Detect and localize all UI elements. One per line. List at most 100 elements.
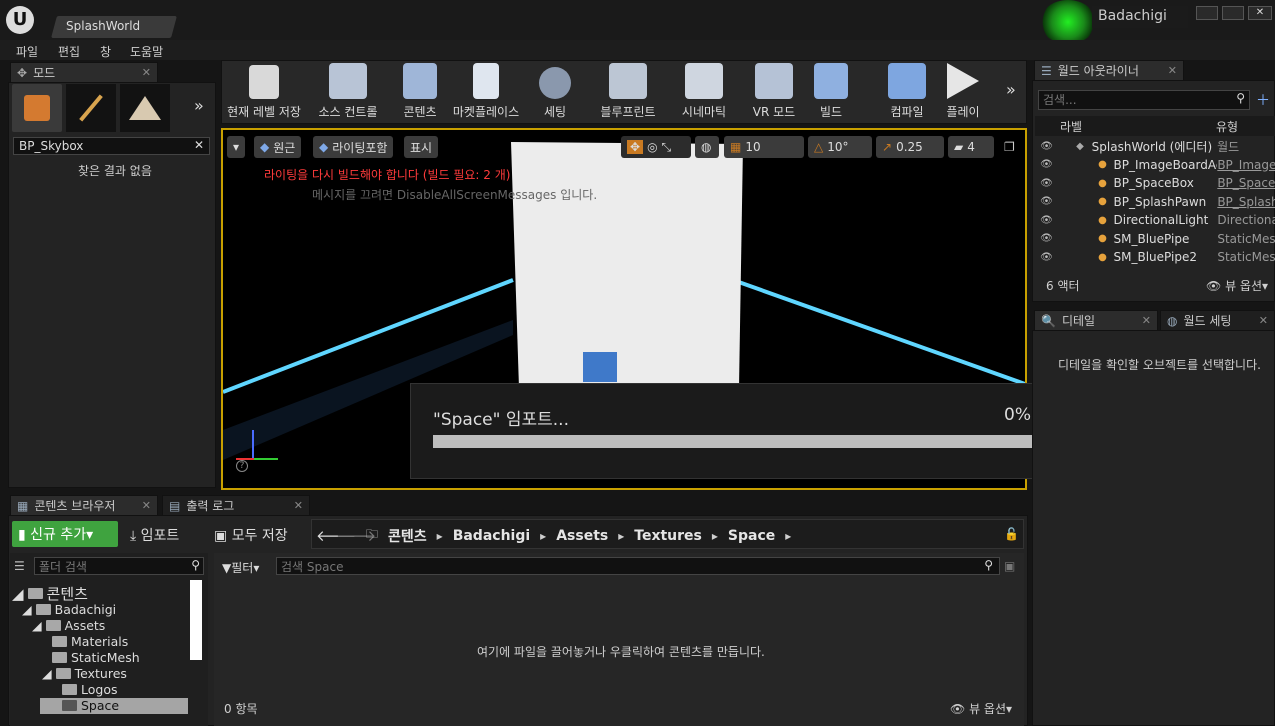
tree-item-assets[interactable]: ◢ Assets (32, 618, 105, 633)
save-all-button[interactable]: ▣ 모두 저장 (214, 525, 288, 545)
column-type[interactable]: 유형 (1216, 118, 1238, 135)
tree-item-logos[interactable]: Logos (62, 682, 118, 697)
user-avatar[interactable] (1040, 0, 1096, 44)
save-search-icon[interactable]: ▣ (1004, 559, 1015, 573)
visibility-eye-icon[interactable]: 👁 (1035, 159, 1058, 170)
outliner-row[interactable]: 👁 ● BP_SplashPawn BP_Splash (1035, 193, 1275, 211)
search-icon[interactable]: ⚲ (984, 558, 993, 572)
folder-search-input[interactable]: 폴더 검색 ⚲ (34, 557, 204, 575)
column-label[interactable]: 라벨 (1060, 118, 1082, 135)
world-local-button[interactable]: ◍ (695, 136, 719, 158)
chevron-right-icon[interactable]: ▸ (785, 529, 791, 543)
visibility-eye-icon[interactable]: 👁 (1035, 141, 1058, 152)
filter-button[interactable]: ▼필터▾ (222, 559, 259, 576)
toggle-sources-icon[interactable]: ☰ (14, 559, 25, 573)
add-actor-button[interactable]: ＋ (1256, 90, 1270, 110)
camera-speed-button[interactable]: ▰ 4 (948, 136, 994, 158)
chevron-right-icon[interactable]: ▸ (712, 529, 718, 543)
more-toolbar-icon[interactable]: » (1006, 80, 1016, 99)
outliner-row[interactable]: 👁 ● BP_SpaceBox BP_Space (1035, 174, 1275, 192)
menu-edit[interactable]: 편집 (58, 43, 80, 60)
actor-type[interactable]: BP_Splash (1217, 195, 1275, 209)
tree-item-textures[interactable]: ◢ Textures (42, 666, 127, 681)
show-button[interactable]: 표시 (404, 136, 439, 158)
cinematics-button[interactable]: 시네마틱 (676, 62, 732, 120)
outliner-view-options[interactable]: 👁 뷰 옵션▾ (1206, 277, 1268, 294)
maximize-viewport-icon[interactable]: ❐ (1004, 140, 1015, 154)
breadcrumb-item[interactable]: Assets (556, 528, 608, 544)
save-level-button[interactable]: 현재 레벨 저장 (226, 62, 302, 120)
add-new-button[interactable]: ▮ 신규 추가▾ (12, 521, 118, 547)
visibility-eye-icon[interactable]: 👁 (1035, 178, 1058, 189)
visibility-eye-icon[interactable]: 👁 (1035, 233, 1058, 244)
tab-modes[interactable]: ✥ 모드 ✕ (10, 62, 158, 82)
outliner-row[interactable]: 👁 ● SM_BluePipe2 StaticMesh (1035, 248, 1275, 266)
grid-snap-button[interactable]: ▦ 10 (724, 136, 804, 158)
settings-button[interactable]: 세팅 (532, 62, 578, 120)
outliner-row[interactable]: 👁 ◆ SplashWorld (에디터) 월드 (1035, 137, 1275, 155)
lock-icon[interactable]: 🔓 (1004, 527, 1019, 541)
search-icon[interactable]: ⚲ (1236, 91, 1245, 105)
asset-view-options[interactable]: 👁 뷰 옵션▾ (950, 700, 1012, 717)
chevron-right-icon[interactable]: ▸ (437, 529, 443, 543)
breadcrumb-item[interactable]: Badachigi (453, 528, 530, 544)
actor-type[interactable]: BP_Space (1217, 176, 1275, 190)
play-button[interactable]: 플레이 (940, 62, 986, 120)
outliner-row[interactable]: 👁 ● BP_ImageBoardActorBP_Image (1035, 156, 1275, 174)
breadcrumb-item[interactable]: 콘텐츠 (388, 526, 427, 546)
menu-window[interactable]: 창 (100, 43, 111, 60)
close-icon[interactable]: ✕ (1259, 314, 1268, 327)
menu-file[interactable]: 파일 (16, 43, 38, 60)
modes-search-input[interactable]: BP_Skybox ✕ (13, 137, 210, 155)
tree-item-materials[interactable]: Materials (52, 634, 128, 649)
visibility-eye-icon[interactable]: 👁 (1035, 252, 1058, 263)
visibility-eye-icon[interactable]: 👁 (1035, 215, 1058, 226)
blueprint-button[interactable]: 블루프린트 (596, 62, 660, 120)
menu-help[interactable]: 도움말 (130, 43, 163, 60)
maximize-button[interactable] (1222, 6, 1244, 20)
asset-search-input[interactable]: 검색 Space ⚲ (276, 557, 1000, 575)
breadcrumb-item[interactable]: Textures (634, 528, 702, 544)
tab-world-settings[interactable]: ◍ 월드 세팅 ✕ (1160, 310, 1275, 330)
visibility-eye-icon[interactable]: 👁 (1035, 196, 1058, 207)
paint-mode-button[interactable] (66, 84, 116, 132)
close-icon[interactable]: ✕ (1142, 314, 1151, 327)
close-icon[interactable]: ✕ (142, 66, 151, 79)
content-button[interactable]: 콘텐츠 (397, 62, 443, 120)
compile-button[interactable]: 컴파일 (884, 62, 930, 120)
chevron-right-icon[interactable]: ▸ (618, 529, 624, 543)
outliner-row[interactable]: 👁 ● SM_BluePipe StaticMesh (1035, 230, 1275, 248)
outliner-row[interactable]: 👁 ● DirectionalLight DirectionalL (1035, 211, 1275, 229)
rotation-snap-button[interactable]: △ 10° (808, 136, 872, 158)
help-icon[interactable]: ? (236, 460, 248, 472)
tree-scrollbar[interactable] (190, 580, 202, 660)
marketplace-button[interactable]: 마켓플레이스 (450, 62, 522, 120)
tab-content-browser[interactable]: ▦ 콘텐츠 브라우저 ✕ (10, 495, 158, 515)
close-icon[interactable]: ✕ (1168, 64, 1177, 77)
minimize-button[interactable] (1196, 6, 1218, 20)
tree-item-content[interactable]: ◢ 콘텐츠 (12, 583, 88, 604)
chevron-right-icon[interactable]: ▸ (540, 529, 546, 543)
perspective-button[interactable]: ◆ 원근 (254, 136, 302, 158)
import-button[interactable]: ⤓ 임포트 (130, 525, 179, 545)
vr-mode-button[interactable]: VR 모드 (750, 62, 798, 120)
close-button[interactable]: ✕ (1248, 6, 1272, 20)
place-mode-button[interactable] (12, 84, 62, 132)
tab-output-log[interactable]: ▤ 출력 로그 ✕ (162, 495, 310, 515)
more-modes-icon[interactable]: » (194, 96, 204, 115)
close-icon[interactable]: ✕ (294, 499, 303, 512)
viewport-options-button[interactable]: ▾ (227, 136, 246, 158)
tab-details[interactable]: 🔍 디테일 ✕ (1034, 310, 1158, 330)
tab-world-outliner[interactable]: ☰ 월드 아웃라이너 ✕ (1034, 60, 1184, 80)
landscape-mode-button[interactable] (120, 84, 170, 132)
source-control-button[interactable]: 소스 컨트롤 (312, 62, 384, 120)
build-button[interactable]: 빌드 (814, 62, 848, 120)
lit-button[interactable]: ◆ 라이팅포함 (313, 136, 394, 158)
close-icon[interactable]: ✕ (142, 499, 151, 512)
tree-item-staticmesh[interactable]: StaticMesh (52, 650, 140, 665)
actor-type[interactable]: BP_Image (1217, 158, 1275, 172)
clear-search-icon[interactable]: ✕ (194, 138, 204, 152)
breadcrumb-item[interactable]: Space (728, 528, 775, 544)
tree-item-space[interactable]: Space (62, 698, 119, 713)
tree-item-badachigi[interactable]: ◢ Badachigi (22, 602, 116, 617)
